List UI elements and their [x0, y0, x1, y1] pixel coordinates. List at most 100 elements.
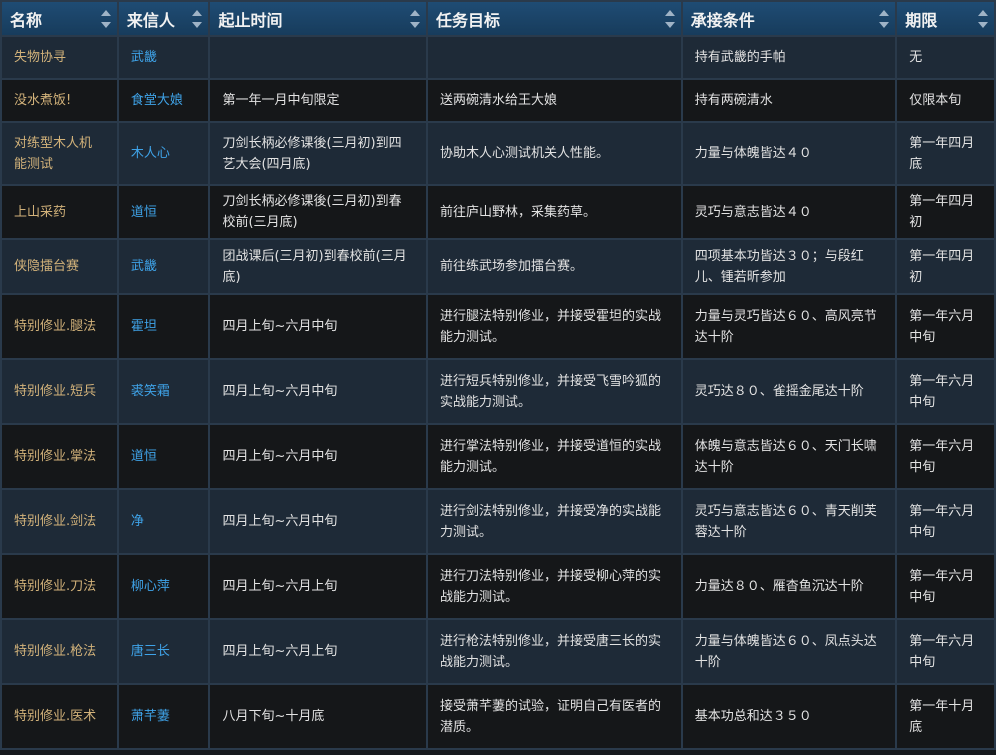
- quest-sender-link[interactable]: 柳心萍: [118, 555, 209, 618]
- quest-name-cell: 特别修业.剑法: [2, 490, 117, 553]
- table-row: 特别修业.腿法 霍坦 四月上旬~六月中旬 进行腿法特别修业，并接受霍坦的实战能力…: [2, 295, 994, 358]
- quest-condition-cell: 灵巧达８０、雀摇金尾达十阶: [682, 360, 896, 423]
- quest-name-cell: 特别修业.枪法: [2, 620, 117, 683]
- quest-name-cell: 特别修业.医术: [2, 685, 117, 748]
- quest-period-cell: 四月上旬~六月中旬: [210, 295, 426, 358]
- quest-condition-cell: 力量达８０、雁杳鱼沉达十阶: [682, 555, 896, 618]
- quest-condition-cell: 力量与灵巧皆达６０、高风亮节达十阶: [682, 295, 896, 358]
- column-header-condition[interactable]: 承接条件: [682, 2, 896, 35]
- quest-goal-cell: 进行掌法特别修业，并接受道恒的实战能力测试。: [427, 425, 681, 488]
- table-row: 特别修业.短兵 裘笑霜 四月上旬~六月中旬 进行短兵特别修业，并接受飞雪吟狐的实…: [2, 360, 994, 423]
- quest-condition-cell: 持有两碗清水: [682, 80, 896, 121]
- quest-goal-cell: 送两碗清水给王大娘: [427, 80, 681, 121]
- quest-goal-cell: 协助木人心测试机关人性能。: [427, 123, 681, 184]
- quest-sender-link[interactable]: 净: [118, 490, 209, 553]
- quest-sender-link[interactable]: 萧芊萋: [118, 685, 209, 748]
- quest-name-cell: 特别修业.刀法: [2, 555, 117, 618]
- column-header-label: 承接条件: [690, 10, 755, 30]
- column-header-goal[interactable]: 任务目标: [427, 2, 681, 35]
- quest-deadline-cell: 第一年四月底: [897, 123, 994, 184]
- quest-deadline-cell: 无: [897, 37, 994, 78]
- quest-condition-cell: 灵巧与意志皆达６０、青天削芙蓉达十阶: [682, 490, 896, 553]
- quest-goal-cell: 进行刀法特别修业，并接受柳心萍的实战能力测试。: [427, 555, 681, 618]
- column-header-sender[interactable]: 来信人: [118, 2, 209, 35]
- quest-goal-cell: 进行枪法特别修业，并接受唐三长的实战能力测试。: [427, 620, 681, 683]
- quest-period-cell: 刀剑长柄必修课後(三月初)到春校前(三月底): [210, 186, 426, 238]
- quest-condition-cell: 体魄与意志皆达６０、天门长啸达十阶: [682, 425, 896, 488]
- table-row: 特别修业.刀法 柳心萍 四月上旬~六月上旬 进行刀法特别修业，并接受柳心萍的实战…: [2, 555, 994, 618]
- quest-period-cell: 四月上旬~六月中旬: [210, 360, 426, 423]
- quest-condition-cell: 力量与体魄皆达４０: [682, 123, 896, 184]
- table-row: 特别修业.掌法 道恒 四月上旬~六月中旬 进行掌法特别修业，并接受道恒的实战能力…: [2, 425, 994, 488]
- quest-name-cell: 没水煮饭!: [2, 80, 117, 121]
- quest-goal-cell: 进行短兵特别修业，并接受飞雪吟狐的实战能力测试。: [427, 360, 681, 423]
- quest-sender-link[interactable]: 木人心: [118, 123, 209, 184]
- quest-deadline-cell: 第一年六月中旬: [897, 490, 994, 553]
- column-header-label: 期限: [905, 10, 938, 30]
- column-header-label: 任务目标: [435, 10, 500, 30]
- sort-arrows-icon: [664, 10, 675, 28]
- sort-arrows-icon: [100, 10, 111, 28]
- quest-table: 名称 来信人 起止时间 任务目标 承接条件 期限 失物协寻 武畿 持有武畿的手帕…: [0, 0, 996, 750]
- table-row: 失物协寻 武畿 持有武畿的手帕 无: [2, 37, 994, 78]
- column-header-label: 名称: [10, 10, 43, 30]
- column-header-label: 来信人: [126, 10, 175, 30]
- quest-period-cell: 四月上旬~六月上旬: [210, 555, 426, 618]
- quest-deadline-cell: 第一年四月初: [897, 240, 994, 293]
- table-row: 侠隐擂台赛 武畿 团战课后(三月初)到春校前(三月底) 前往练武场参加擂台赛。 …: [2, 240, 994, 293]
- quest-deadline-cell: 第一年十月底: [897, 685, 994, 748]
- table-row: 没水煮饭! 食堂大娘 第一年一月中旬限定 送两碗清水给王大娘 持有两碗清水 仅限…: [2, 80, 994, 121]
- quest-name-cell: 对练型木人机能测试: [2, 123, 117, 184]
- quest-period-cell: 刀剑长柄必修课後(三月初)到四艺大会(四月底): [210, 123, 426, 184]
- table-row: 特别修业.剑法 净 四月上旬~六月中旬 进行剑法特别修业，并接受净的实战能力测试…: [2, 490, 994, 553]
- column-header-name[interactable]: 名称: [2, 2, 117, 35]
- quest-name-cell: 特别修业.短兵: [2, 360, 117, 423]
- table-row: 特别修业.医术 萧芊萋 八月下旬~十月底 接受萧芊萋的试验，证明自己有医者的潜质…: [2, 685, 994, 748]
- quest-name-cell: 特别修业.腿法: [2, 295, 117, 358]
- quest-goal-cell: [427, 37, 681, 78]
- quest-deadline-cell: 第一年六月中旬: [897, 620, 994, 683]
- quest-sender-link[interactable]: 武畿: [118, 37, 209, 78]
- quest-sender-link[interactable]: 霍坦: [118, 295, 209, 358]
- quest-condition-cell: 持有武畿的手帕: [682, 37, 896, 78]
- quest-sender-link[interactable]: 武畿: [118, 240, 209, 293]
- quest-deadline-cell: 第一年六月中旬: [897, 295, 994, 358]
- quest-name-cell: 侠隐擂台赛: [2, 240, 117, 293]
- table-row: 特别修业.枪法 唐三长 四月上旬~六月上旬 进行枪法特别修业，并接受唐三长的实战…: [2, 620, 994, 683]
- sort-arrows-icon: [978, 10, 988, 28]
- sort-arrows-icon: [879, 10, 890, 28]
- quest-deadline-cell: 第一年四月初: [897, 186, 994, 238]
- quest-sender-link[interactable]: 食堂大娘: [118, 80, 209, 121]
- sort-arrows-icon: [192, 10, 203, 28]
- quest-name-cell: 特别修业.掌法: [2, 425, 117, 488]
- quest-period-cell: 四月上旬~六月中旬: [210, 490, 426, 553]
- quest-period-cell: 第一年一月中旬限定: [210, 80, 426, 121]
- quest-condition-cell: 力量与体魄皆达６０、凤点头达十阶: [682, 620, 896, 683]
- quest-sender-link[interactable]: 道恒: [118, 425, 209, 488]
- quest-condition-cell: 四项基本功皆达３０；与段红儿、锺若昕参加: [682, 240, 896, 293]
- quest-condition-cell: 基本功总和达３５０: [682, 685, 896, 748]
- quest-goal-cell: 前往庐山野林，采集药草。: [427, 186, 681, 238]
- quest-sender-link[interactable]: 道恒: [118, 186, 209, 238]
- table-row: 上山采药 道恒 刀剑长柄必修课後(三月初)到春校前(三月底) 前往庐山野林，采集…: [2, 186, 994, 238]
- quest-sender-link[interactable]: 裘笑霜: [118, 360, 209, 423]
- column-header-deadline[interactable]: 期限: [897, 2, 994, 35]
- quest-period-cell: 四月上旬~六月中旬: [210, 425, 426, 488]
- quest-name-cell: 上山采药: [2, 186, 117, 238]
- column-header-period[interactable]: 起止时间: [210, 2, 426, 35]
- quest-period-cell: [210, 37, 426, 78]
- table-row: 对练型木人机能测试 木人心 刀剑长柄必修课後(三月初)到四艺大会(四月底) 协助…: [2, 123, 994, 184]
- quest-goal-cell: 前往练武场参加擂台赛。: [427, 240, 681, 293]
- quest-deadline-cell: 第一年六月中旬: [897, 555, 994, 618]
- sort-arrows-icon: [409, 10, 420, 28]
- quest-goal-cell: 接受萧芊萋的试验，证明自己有医者的潜质。: [427, 685, 681, 748]
- quest-sender-link[interactable]: 唐三长: [118, 620, 209, 683]
- quest-deadline-cell: 仅限本旬: [897, 80, 994, 121]
- quest-name-cell: 失物协寻: [2, 37, 117, 78]
- table-header-row: 名称 来信人 起止时间 任务目标 承接条件 期限: [2, 2, 994, 35]
- quest-deadline-cell: 第一年六月中旬: [897, 425, 994, 488]
- quest-goal-cell: 进行剑法特别修业，并接受净的实战能力测试。: [427, 490, 681, 553]
- quest-period-cell: 团战课后(三月初)到春校前(三月底): [210, 240, 426, 293]
- quest-deadline-cell: 第一年六月中旬: [897, 360, 994, 423]
- quest-condition-cell: 灵巧与意志皆达４０: [682, 186, 896, 238]
